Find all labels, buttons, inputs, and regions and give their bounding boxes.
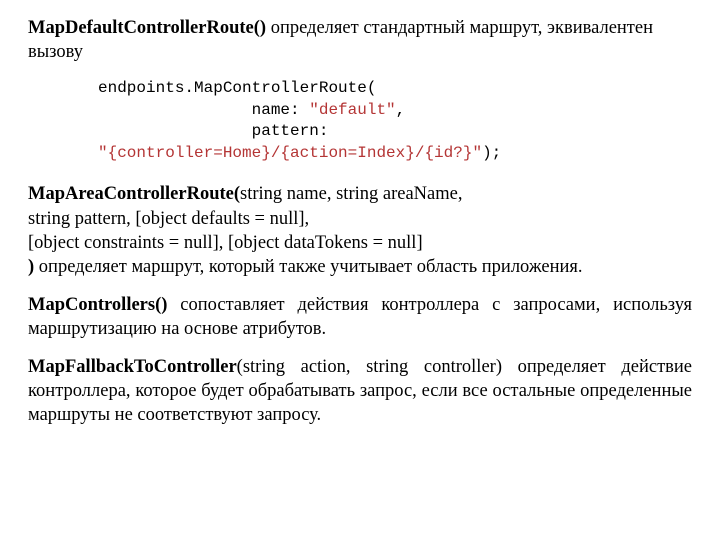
paragraph-2: MapAreaControllerRoute(string name, stri… [28,182,692,278]
code-string-default: "default" [309,101,395,119]
signature-part: (string action, string controller) [237,357,502,377]
method-name: MapDefaultControllerRoute() [28,18,266,38]
document-page: MapDefaultControllerRoute() определяет с… [0,0,720,427]
paragraph-4: MapFallbackToController(string action, s… [28,355,692,427]
code-line-3: pattern: [98,122,328,140]
paragraph-3: MapControllers() сопоставляет действия к… [28,293,692,341]
method-name: MapControllers() [28,295,167,315]
code-line-2a: name: [98,101,309,119]
code-string-pattern: "{controller=Home}/{action=Index}/{id?}" [98,144,482,162]
code-line-4b: ); [482,144,501,162]
signature-part: [object constraints = null], [object dat… [28,233,423,253]
paragraph-text: определяет маршрут, который также учитыв… [34,257,582,277]
code-line-2c: , [396,101,406,119]
signature-part: string name, string areaName, [240,184,462,204]
paragraph-1: MapDefaultControllerRoute() определяет с… [28,16,692,64]
code-block: endpoints.MapControllerRoute( name: "def… [98,78,692,164]
signature-part: string pattern, [object defaults = null]… [28,209,309,229]
method-name: MapFallbackToController [28,357,237,377]
code-line-1: endpoints.MapControllerRoute( [98,79,376,97]
method-name: MapAreaControllerRoute( [28,184,240,204]
